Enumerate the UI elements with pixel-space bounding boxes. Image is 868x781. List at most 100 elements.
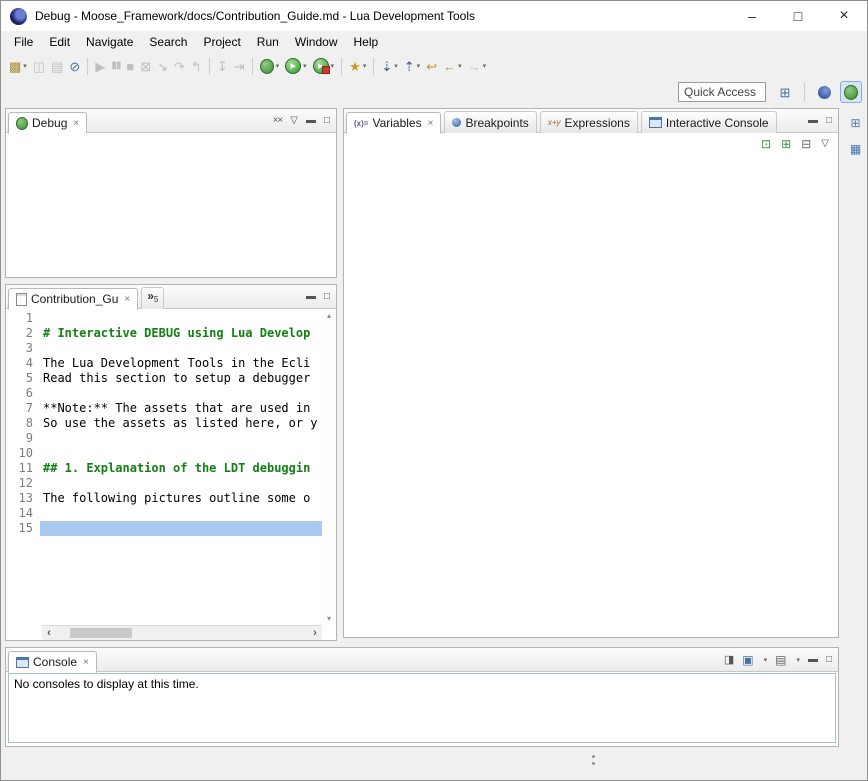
scroll-up-icon[interactable]: ▴: [327, 311, 331, 320]
collapse-all-button[interactable]: ⊟: [801, 138, 811, 150]
tab-debug[interactable]: Debug ×: [8, 112, 87, 134]
tab-expressions[interactable]: x+y Expressions: [540, 111, 638, 133]
tab-variables[interactable]: (x)= Variables ×: [346, 112, 441, 134]
open-console-button[interactable]: ▤: [775, 654, 786, 666]
view-menu-button[interactable]: ▽: [290, 116, 298, 126]
run-button[interactable]: ▶ ▾: [282, 55, 310, 77]
chevron-down-icon[interactable]: ▾: [331, 62, 335, 70]
print-button[interactable]: ▤: [48, 55, 66, 77]
maximize-view-button[interactable]: □: [324, 116, 330, 126]
maximize-view-button[interactable]: □: [826, 655, 832, 665]
lua-perspective-button[interactable]: [813, 81, 835, 103]
menu-file[interactable]: File: [6, 32, 41, 52]
maximize-view-button[interactable]: □: [826, 116, 832, 126]
menu-run[interactable]: Run: [249, 32, 287, 52]
chevron-down-icon[interactable]: ▾: [363, 62, 367, 70]
show-logical-structure-button[interactable]: ⊞: [781, 138, 791, 150]
scrollbar-track[interactable]: [56, 626, 308, 640]
forward-button[interactable]: → ▾: [465, 55, 490, 77]
scroll-left-icon[interactable]: ‹: [42, 627, 56, 639]
chevron-down-icon[interactable]: ▾: [796, 656, 800, 664]
editor-vertical-scrollbar[interactable]: ▴ ▾: [322, 309, 336, 625]
scroll-down-icon[interactable]: ▾: [327, 614, 331, 623]
step-into-icon: ↘: [157, 60, 168, 73]
skip-all-breakpoints-button[interactable]: ⊘: [66, 55, 83, 77]
drop-to-frame-button[interactable]: ↧: [214, 55, 231, 77]
chevron-down-icon[interactable]: ▾: [417, 62, 421, 70]
maximize-view-button[interactable]: □: [324, 292, 330, 302]
scroll-right-icon[interactable]: ›: [308, 627, 322, 639]
menu-project[interactable]: Project: [195, 32, 248, 52]
chevron-down-icon[interactable]: ▾: [394, 62, 398, 70]
tab-breakpoints[interactable]: Breakpoints: [444, 111, 536, 133]
step-return-button[interactable]: ↰: [188, 55, 205, 77]
menu-navigate[interactable]: Navigate: [78, 32, 141, 52]
tab-contribution-guide[interactable]: Contribution_Gu ×: [8, 288, 138, 310]
variables-view-content: [344, 155, 838, 637]
menu-help[interactable]: Help: [346, 32, 387, 52]
editor-tab-overflow[interactable]: » 5: [141, 287, 164, 311]
chevron-down-icon[interactable]: ▾: [764, 656, 768, 664]
last-edit-location-icon: ↩: [426, 60, 437, 73]
show-type-names-button[interactable]: ⊡: [761, 138, 771, 150]
use-step-filters-button[interactable]: ⇥: [231, 55, 248, 77]
editor-horizontal-scrollbar[interactable]: ‹ ›: [42, 625, 322, 640]
previous-annotation-button[interactable]: ⇡ ▾: [401, 55, 423, 77]
debug-perspective-button[interactable]: [840, 81, 862, 103]
scrollbar-thumb[interactable]: [70, 628, 132, 638]
back-button[interactable]: ← ▾: [440, 55, 465, 77]
suspend-button[interactable]: ▮▮: [108, 55, 123, 77]
quick-access-input[interactable]: Quick Access: [678, 82, 766, 102]
maximize-window-button[interactable]: □: [775, 1, 821, 31]
line-text: [40, 386, 322, 401]
terminate-icon: ■: [126, 60, 134, 73]
menu-window[interactable]: Window: [287, 32, 346, 52]
step-into-button[interactable]: ↘: [154, 55, 171, 77]
save-button[interactable]: ◫: [30, 55, 48, 77]
minimize-view-button[interactable]: ▬: [808, 655, 818, 665]
display-selected-console-button[interactable]: ▣: [742, 654, 753, 666]
line-number: 14: [6, 506, 40, 521]
minimized-view-button[interactable]: ▦: [846, 139, 865, 158]
debug-button[interactable]: ▾: [257, 55, 283, 77]
minimize-view-button[interactable]: ▬: [306, 116, 316, 126]
chevron-down-icon[interactable]: ▾: [458, 62, 462, 70]
remove-all-terminated-button[interactable]: ××: [273, 116, 283, 126]
minimize-view-button[interactable]: ▬: [306, 292, 316, 302]
last-edit-location-button[interactable]: ↩: [423, 55, 440, 77]
close-tab-icon[interactable]: ×: [73, 118, 79, 129]
editor-line: 2# Interactive DEBUG using Lua Develop: [6, 326, 322, 341]
minimize-view-button[interactable]: ▬: [808, 116, 818, 126]
editor-line: 13The following pictures outline some o: [6, 491, 322, 506]
external-tools-button[interactable]: ▶ ▾: [310, 55, 338, 77]
chevron-down-icon[interactable]: ▾: [276, 62, 280, 70]
restore-minimized-view-button[interactable]: ⊞: [846, 113, 865, 132]
open-perspective-button[interactable]: ⊞: [774, 81, 796, 103]
close-window-button[interactable]: ×: [821, 1, 867, 31]
chevron-down-icon[interactable]: ▾: [23, 62, 27, 70]
view-menu-button[interactable]: ▽: [821, 139, 829, 149]
new-wizard-button[interactable]: ▩ ▾: [6, 55, 30, 77]
console-actions: ◨ ▣ ▾ ▤ ▾ ▬ □: [724, 648, 832, 672]
close-tab-icon[interactable]: ×: [124, 294, 130, 305]
next-annotation-button[interactable]: ⇣ ▾: [378, 55, 400, 77]
chevron-down-icon[interactable]: ▾: [303, 62, 307, 70]
tab-console[interactable]: Console ×: [8, 651, 97, 673]
tab-interactive-console[interactable]: Interactive Console: [641, 111, 777, 133]
debug-bug-icon: [260, 59, 274, 74]
close-tab-icon[interactable]: ×: [428, 118, 434, 129]
chevron-down-icon[interactable]: ▾: [483, 62, 487, 70]
editor-text-area[interactable]: 1 2# Interactive DEBUG using Lua Develop…: [6, 309, 322, 625]
step-over-button[interactable]: ↷: [171, 55, 188, 77]
menu-search[interactable]: Search: [141, 32, 195, 52]
close-tab-icon[interactable]: ×: [83, 657, 89, 668]
menu-edit[interactable]: Edit: [41, 32, 78, 52]
minimize-window-button[interactable]: –: [729, 1, 775, 31]
disconnect-button[interactable]: ⊠: [137, 55, 154, 77]
sash-grip[interactable]: [592, 755, 595, 766]
pin-console-button[interactable]: ◨: [724, 655, 734, 666]
resume-button[interactable]: ▶: [92, 55, 108, 77]
editor-line: 10: [6, 446, 322, 461]
terminate-button[interactable]: ■: [123, 55, 137, 77]
quick-search-button[interactable]: ★ ▾: [346, 55, 369, 77]
